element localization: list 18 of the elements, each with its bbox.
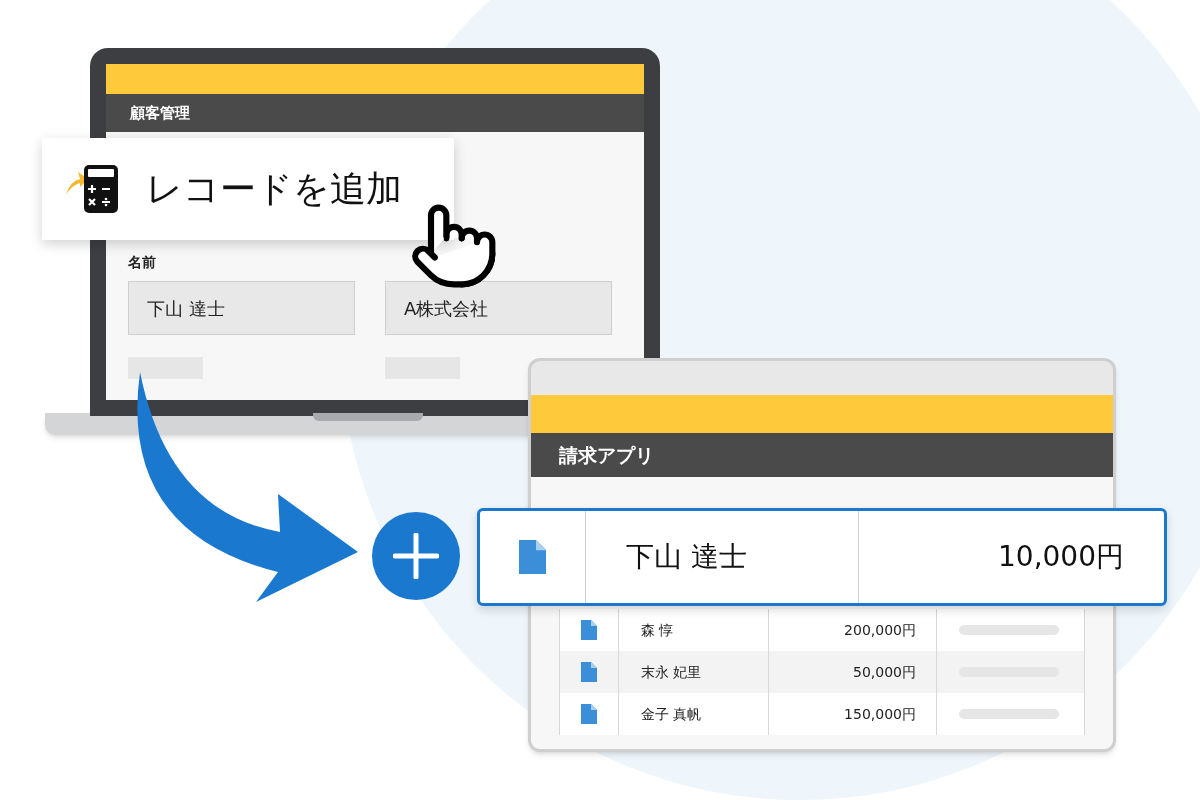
name-cell-text: 末永 妃里 <box>641 662 702 682</box>
document-icon <box>518 540 547 574</box>
name-cell-text: 金子 真帆 <box>641 704 702 724</box>
document-icon <box>581 704 597 724</box>
app-title: 請求アプリ <box>559 442 654 468</box>
name-cell-text: 森 惇 <box>641 620 674 640</box>
amount-cell-text: 150,000円 <box>844 704 916 724</box>
text-field[interactable]: 下山 達士 <box>128 281 355 335</box>
amount-cell-text: 50,000円 <box>853 662 916 682</box>
amount-cell-text: 10,000円 <box>998 539 1124 575</box>
field-label: 名前 <box>128 253 157 272</box>
app-title: 顧客管理 <box>130 102 190 124</box>
name-cell-text: 下山 達士 <box>626 539 747 575</box>
text-field[interactable]: A株式会社 <box>385 281 612 335</box>
amount-cell-text: 200,000円 <box>844 620 916 640</box>
add-record-button[interactable]: レコードを追加 <box>42 138 454 240</box>
document-icon <box>581 662 597 682</box>
document-icon <box>581 620 597 640</box>
